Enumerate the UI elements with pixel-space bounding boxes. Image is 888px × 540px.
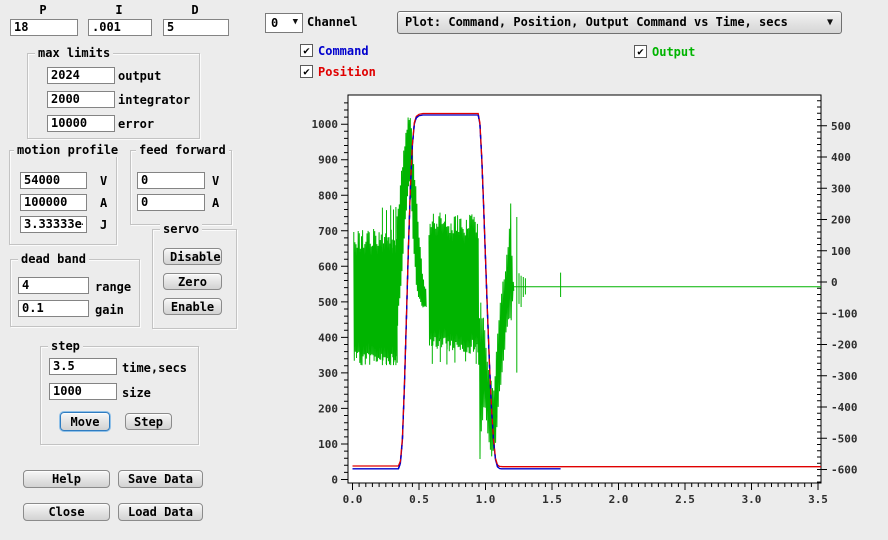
axis-tick-label: 3.0 xyxy=(742,493,762,506)
axis-tick-label: 500 xyxy=(318,296,338,309)
axis-tick-label: 400 xyxy=(318,331,338,344)
axis-tick-label: -400 xyxy=(831,401,858,414)
axis-tick-label: 100 xyxy=(831,245,851,258)
axis-tick-label: 2.0 xyxy=(609,493,629,506)
axis-tick-label: 1.5 xyxy=(542,493,562,506)
axis-tick-label: 300 xyxy=(318,367,338,380)
axis-tick-label: 400 xyxy=(831,151,851,164)
axis-tick-label: 800 xyxy=(318,189,338,202)
axis-tick-label: 200 xyxy=(318,402,338,415)
servo-tuning-app: { "icons": {"dropdown": "▼", "check": "✔… xyxy=(0,0,888,540)
axis-tick-label: -500 xyxy=(831,432,858,445)
axis-tick-label: -100 xyxy=(831,307,858,320)
axis-tick-label: 0.0 xyxy=(343,493,363,506)
axis-tick-label: -600 xyxy=(831,464,858,477)
axis-tick-label: 100 xyxy=(318,438,338,451)
axis-tick-label: 0 xyxy=(831,276,838,289)
axis-tick-label: 600 xyxy=(318,260,338,273)
axis-tick-label: 1000 xyxy=(312,118,339,131)
axis-tick-label: 300 xyxy=(831,182,851,195)
axis-tick-label: 700 xyxy=(318,225,338,238)
axis-tick-label: 500 xyxy=(831,120,851,133)
output-chart: 0100200300400500600700800900100050040030… xyxy=(0,0,888,540)
axis-tick-label: 200 xyxy=(831,214,851,227)
axis-tick-label: 2.5 xyxy=(675,493,695,506)
axis-tick-label: 0 xyxy=(331,474,338,487)
axis-tick-label: 900 xyxy=(318,154,338,167)
axis-tick-label: 3.5 xyxy=(808,493,828,506)
axis-tick-label: -300 xyxy=(831,370,858,383)
axis-tick-label: 0.5 xyxy=(409,493,429,506)
axis-tick-label: -200 xyxy=(831,339,858,352)
axis-tick-label: 1.0 xyxy=(476,493,496,506)
